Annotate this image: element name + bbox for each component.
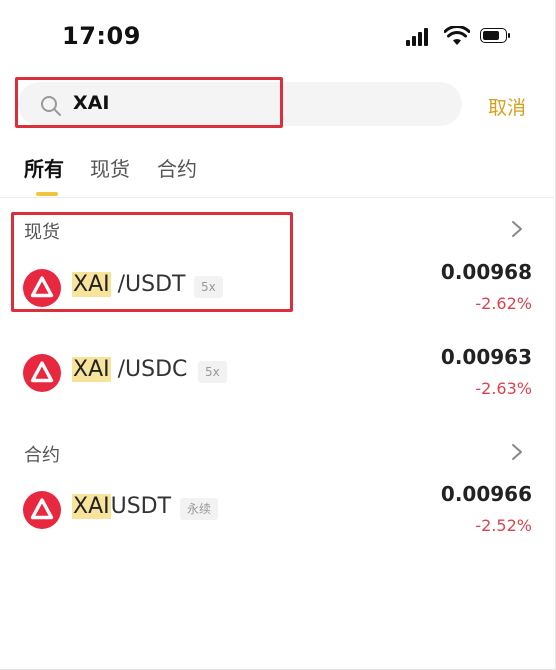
change-percent: -2.62%	[475, 294, 532, 313]
price: 0.00963	[440, 345, 532, 369]
wifi-icon	[444, 26, 470, 45]
annotation-box-spot-row	[11, 212, 293, 312]
change-percent: -2.63%	[475, 379, 532, 398]
tabs-divider	[0, 197, 556, 198]
status-time: 17:09	[62, 22, 141, 50]
perpetual-badge: 永续	[180, 498, 219, 520]
xai-coin-icon	[23, 354, 61, 392]
pair-base: XAI	[72, 357, 111, 382]
tab-spot[interactable]: 现货	[90, 153, 130, 182]
change-percent: -2.52%	[475, 516, 532, 535]
pair-symbol: XAIUSDT	[72, 492, 171, 522]
list-item[interactable]: XAIUSDT 永续 0.00966 -2.52%	[0, 480, 556, 540]
leverage-badge: 5x	[198, 361, 227, 383]
price: 0.00966	[440, 482, 532, 506]
spot-more-chevron-icon[interactable]	[509, 219, 525, 239]
tab-futures[interactable]: 合约	[157, 153, 197, 182]
price: 0.00968	[440, 260, 532, 284]
annotation-box-search	[15, 77, 283, 128]
pair-quote: /USDC	[117, 357, 188, 382]
cancel-button[interactable]: 取消	[488, 93, 526, 120]
list-item[interactable]: XAI /USDC 5x 0.00963 -2.63%	[0, 343, 556, 403]
active-tab-indicator	[36, 192, 58, 196]
pair-base: XAI	[72, 494, 111, 519]
battery-icon	[480, 28, 512, 45]
cellular-signal-icon	[406, 28, 432, 46]
section-title-futures: 合约	[24, 445, 60, 466]
pair-symbol: XAI /USDC	[72, 355, 187, 385]
pair-quote: USDT	[110, 494, 172, 519]
tab-all[interactable]: 所有	[24, 153, 64, 182]
futures-more-chevron-icon[interactable]	[509, 442, 525, 462]
xai-coin-icon	[23, 491, 61, 529]
